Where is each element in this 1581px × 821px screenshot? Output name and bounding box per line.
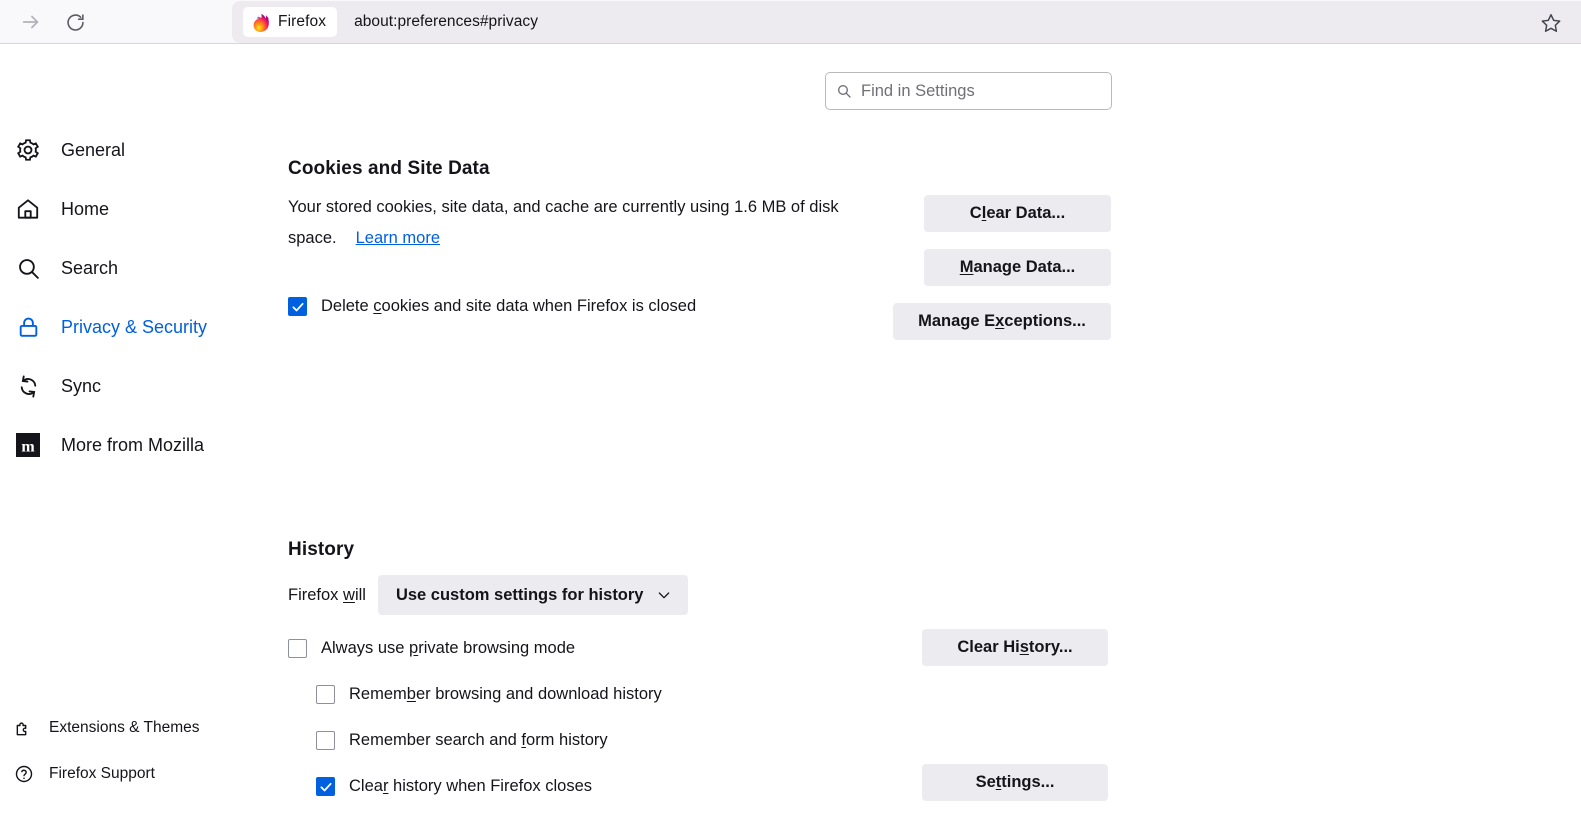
sidebar-item-label: Sync xyxy=(61,376,101,397)
btn-text-pre: Manage E xyxy=(918,312,995,331)
identity-label: Firefox xyxy=(278,13,326,31)
clear-history-on-close-checkbox-row[interactable]: Clear history when Firefox closes xyxy=(316,777,592,796)
lock-icon xyxy=(13,312,43,342)
sidebar-item-label: General xyxy=(61,140,125,161)
clear-history-button[interactable]: Clear History... xyxy=(922,629,1108,666)
history-mode-dropdown[interactable]: Use custom settings for history xyxy=(378,575,688,615)
url-text[interactable]: about:preferences#privacy xyxy=(354,13,538,31)
settings-sidebar: General Home Search Privacy & Security xyxy=(0,130,250,484)
btn-text-post: tings... xyxy=(1001,773,1054,792)
btn-text-post: ear Data... xyxy=(986,204,1065,223)
clear-history-on-close-checkbox[interactable] xyxy=(316,777,335,796)
sidebar-item-label: Firefox Support xyxy=(49,765,155,783)
delete-cookies-on-close-checkbox-row[interactable]: Delete cookies and site data when Firefo… xyxy=(288,297,696,316)
search-icon xyxy=(836,83,852,99)
cookies-section-title: Cookies and Site Data xyxy=(288,158,490,180)
sidebar-item-firefox-support[interactable]: Firefox Support xyxy=(0,758,250,790)
history-mode-label: Firefox will xyxy=(288,586,366,605)
sidebar-item-label: More from Mozilla xyxy=(61,435,204,456)
remember-search-form-history-checkbox-row[interactable]: Remember search and form history xyxy=(316,731,608,750)
manage-exceptions-button[interactable]: Manage Exceptions... xyxy=(893,303,1111,340)
btn-text-post: ceptions... xyxy=(1004,312,1086,331)
forward-arrow-icon[interactable] xyxy=(16,7,46,37)
sidebar-item-privacy-security[interactable]: Privacy & Security xyxy=(0,307,250,347)
svg-text:m: m xyxy=(21,439,35,456)
sidebar-item-extensions-themes[interactable]: Extensions & Themes xyxy=(0,712,250,744)
delete-cookies-on-close-label: Delete cookies and site data when Firefo… xyxy=(321,297,696,316)
remember-search-form-history-checkbox[interactable] xyxy=(316,731,335,750)
sidebar-item-sync[interactable]: Sync xyxy=(0,366,250,406)
clear-history-on-close-label: Clear history when Firefox closes xyxy=(349,777,592,796)
sidebar-item-home[interactable]: Home xyxy=(0,189,250,229)
sidebar-item-label: Search xyxy=(61,258,118,279)
history-settings-button[interactable]: Settings... xyxy=(922,764,1108,801)
learn-more-link[interactable]: Learn more xyxy=(356,229,440,247)
url-bar[interactable]: Firefox about:preferences#privacy xyxy=(232,1,1581,43)
btn-text-key: s xyxy=(1020,638,1029,657)
history-mode-dropdown-value: Use custom settings for history xyxy=(396,586,644,605)
always-private-browsing-checkbox-row[interactable]: Always use private browsing mode xyxy=(288,639,575,658)
history-mode-row: Firefox will Use custom settings for his… xyxy=(288,575,688,615)
firefox-logo-icon xyxy=(252,13,271,32)
always-private-browsing-label: Always use private browsing mode xyxy=(321,639,575,658)
check-icon xyxy=(319,780,333,794)
search-input[interactable]: Find in Settings xyxy=(825,72,1112,110)
clear-data-button[interactable]: Clear Data... xyxy=(924,195,1111,232)
btn-text-pre: Clear Hi xyxy=(957,638,1019,657)
question-circle-icon xyxy=(13,763,35,785)
sidebar-item-label: Extensions & Themes xyxy=(49,719,199,737)
btn-text-pre: C xyxy=(970,204,982,223)
settings-sidebar-footer: Extensions & Themes Firefox Support xyxy=(0,712,250,804)
btn-text-post: anage Data... xyxy=(973,258,1075,277)
history-section-title: History xyxy=(288,539,354,561)
search-icon xyxy=(13,253,43,283)
btn-text-post: tory... xyxy=(1029,638,1073,657)
sidebar-item-more-from-mozilla[interactable]: m More from Mozilla xyxy=(0,425,250,465)
btn-text-pre: Se xyxy=(976,773,996,792)
identity-chip[interactable]: Firefox xyxy=(243,7,337,37)
mozilla-m-icon: m xyxy=(13,430,43,460)
browser-toolbar: Firefox about:preferences#privacy xyxy=(0,0,1581,44)
star-icon[interactable] xyxy=(1537,9,1565,37)
sidebar-item-search[interactable]: Search xyxy=(0,248,250,288)
gear-icon xyxy=(13,135,43,165)
sync-icon xyxy=(13,371,43,401)
sidebar-item-general[interactable]: General xyxy=(0,130,250,170)
search-placeholder: Find in Settings xyxy=(861,82,975,101)
btn-text-key: x xyxy=(995,312,1004,331)
check-icon xyxy=(291,300,305,314)
delete-cookies-on-close-checkbox[interactable] xyxy=(288,297,307,316)
remember-browsing-history-label: Remember browsing and download history xyxy=(349,685,662,704)
btn-text-key: M xyxy=(960,258,974,277)
home-icon xyxy=(13,194,43,224)
remember-browsing-history-checkbox-row[interactable]: Remember browsing and download history xyxy=(316,685,662,704)
puzzle-piece-icon xyxy=(13,717,35,739)
always-private-browsing-checkbox[interactable] xyxy=(288,639,307,658)
remember-browsing-history-checkbox[interactable] xyxy=(316,685,335,704)
sidebar-item-label: Privacy & Security xyxy=(61,317,207,338)
cookies-description: Your stored cookies, site data, and cach… xyxy=(288,192,878,254)
sidebar-item-label: Home xyxy=(61,199,109,220)
reload-icon[interactable] xyxy=(60,7,90,37)
chevron-down-icon xyxy=(656,587,672,603)
manage-data-button[interactable]: Manage Data... xyxy=(924,249,1111,286)
remember-search-form-history-label: Remember search and form history xyxy=(349,731,608,750)
